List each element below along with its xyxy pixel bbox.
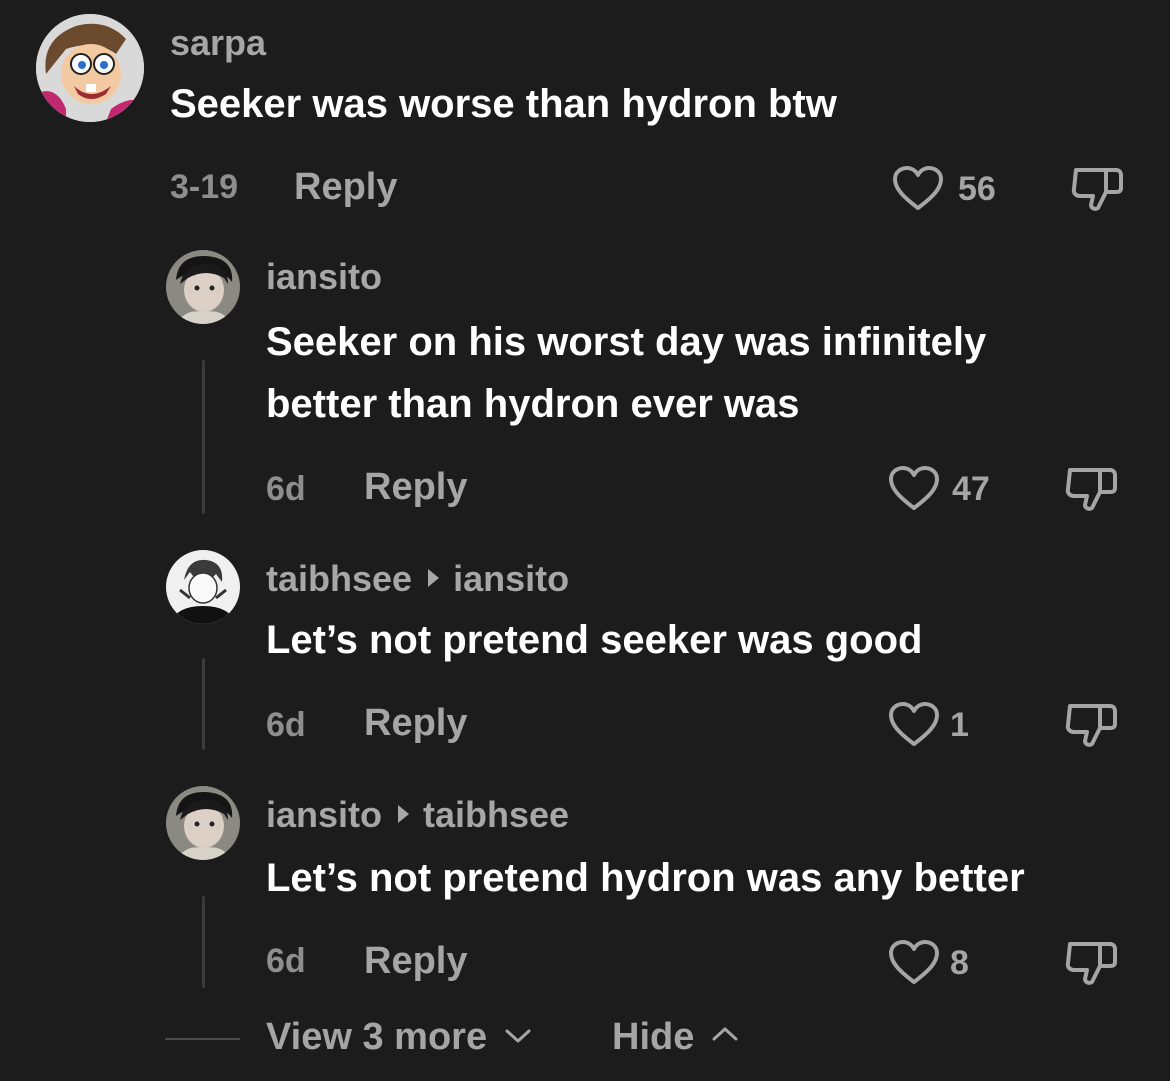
- reply-arrow-icon: [428, 569, 440, 587]
- heart-icon: [889, 940, 939, 984]
- heart-icon: [889, 702, 939, 746]
- heart-icon: [893, 166, 943, 210]
- like-count: 1: [950, 706, 969, 744]
- comment-timestamp: 6d: [266, 706, 306, 744]
- thumbs-down-icon: [1065, 468, 1117, 511]
- author-name[interactable]: iansito: [266, 794, 382, 835]
- avatar[interactable]: [166, 550, 240, 624]
- hide-label: Hide: [612, 1016, 695, 1058]
- reply-button[interactable]: Reply: [294, 166, 397, 209]
- like-count: 47: [952, 470, 990, 508]
- author-name[interactable]: taibhsee: [266, 558, 412, 599]
- reply-to-name[interactable]: taibhsee: [423, 794, 569, 835]
- avatar[interactable]: [166, 786, 240, 860]
- thumbs-down-icon: [1065, 942, 1117, 985]
- heart-icon: [889, 466, 939, 510]
- comment-username[interactable]: taibhsee iansito: [266, 558, 569, 600]
- reply-button[interactable]: Reply: [364, 702, 467, 745]
- thumbs-down-icon: [1071, 168, 1123, 211]
- dislike-button[interactable]: [1064, 700, 1120, 750]
- comment-text-line-2: better than hydron ever was: [266, 382, 800, 426]
- comment-username[interactable]: iansito: [266, 256, 382, 298]
- like-count: 56: [958, 170, 996, 208]
- comment-text-line-1: Seeker on his worst day was infinitely: [266, 320, 987, 364]
- like-count: 8: [950, 944, 969, 982]
- comment-text: Let’s not pretend hydron was any better: [266, 856, 1025, 900]
- thread-line: [202, 360, 205, 514]
- comment-username[interactable]: sarpa: [170, 22, 266, 64]
- avatar[interactable]: [166, 250, 240, 324]
- thumbs-down-icon: [1065, 704, 1117, 747]
- like-button[interactable]: 1: [888, 702, 998, 748]
- dislike-button[interactable]: [1070, 164, 1126, 214]
- view-more-label: View 3 more: [266, 1016, 488, 1058]
- thread-line: [202, 658, 205, 750]
- comment-timestamp: 6d: [266, 470, 306, 508]
- hide-replies-button[interactable]: Hide: [612, 1016, 739, 1059]
- comment-text: Seeker was worse than hydron btw: [170, 82, 837, 126]
- view-more-replies-button[interactable]: View 3 more: [266, 1016, 532, 1059]
- dislike-button[interactable]: [1064, 464, 1120, 514]
- chevron-down-icon: [505, 1029, 531, 1043]
- avatar[interactable]: [36, 14, 144, 122]
- like-button[interactable]: 47: [888, 466, 998, 512]
- comment-timestamp: 3-19: [170, 168, 239, 206]
- reply-to-name[interactable]: iansito: [453, 558, 569, 599]
- comment-timestamp: 6d: [266, 942, 306, 980]
- reply-arrow-icon: [398, 805, 410, 823]
- footer-divider: [165, 1038, 240, 1040]
- like-button[interactable]: 56: [892, 166, 1002, 212]
- chevron-up-icon: [712, 1027, 738, 1041]
- comment-text: Let’s not pretend seeker was good: [266, 618, 923, 662]
- reply-button[interactable]: Reply: [364, 940, 467, 983]
- reply-button[interactable]: Reply: [364, 466, 467, 509]
- dislike-button[interactable]: [1064, 938, 1120, 988]
- comment-username[interactable]: iansito taibhsee: [266, 794, 569, 836]
- thread-line: [202, 896, 205, 988]
- like-button[interactable]: 8: [888, 940, 998, 986]
